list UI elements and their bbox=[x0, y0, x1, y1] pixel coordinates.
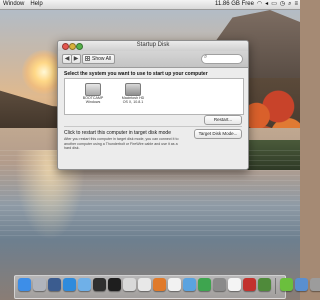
show-all-button[interactable]: Show All bbox=[82, 54, 116, 64]
target-mode-description: After you restart this computer in targe… bbox=[64, 137, 179, 151]
disk-list: BOOTCAMP Windows Macintosh HD OS X, 10.8… bbox=[64, 78, 244, 115]
disk-system: Windows bbox=[85, 100, 101, 105]
calendar-icon[interactable] bbox=[228, 278, 241, 291]
app-store-icon[interactable] bbox=[63, 278, 76, 291]
window-toolbar: ◀ ▶ Show All ⌕ bbox=[58, 51, 248, 68]
downloads-icon[interactable] bbox=[295, 278, 308, 291]
target-disk-mode-button[interactable]: Target Disk Mode... bbox=[194, 129, 242, 139]
system-preferences-icon[interactable] bbox=[213, 278, 226, 291]
menu-bar: Window Help 11.86 GB Free ◠ ◂ ▭ ◷ ⌕ ≡ bbox=[0, 0, 300, 10]
show-all-label: Show All bbox=[92, 56, 112, 62]
photo-booth-icon[interactable] bbox=[243, 278, 256, 291]
trash-icon[interactable] bbox=[310, 278, 320, 291]
preview-icon[interactable] bbox=[123, 278, 136, 291]
status-area: 11.86 GB Free ◠ ◂ ▭ ◷ ⌕ ≡ bbox=[212, 0, 300, 9]
disk-macintosh-hd[interactable]: Macintosh HD OS X, 10.8.1 bbox=[111, 83, 155, 104]
activity-monitor-icon[interactable] bbox=[93, 278, 106, 291]
hard-drive-icon bbox=[125, 83, 141, 96]
menu-item-help[interactable]: Help bbox=[27, 0, 45, 9]
search-input[interactable]: ⌕ bbox=[201, 54, 243, 64]
spotlight-icon[interactable]: ⌕ bbox=[288, 0, 291, 9]
notifications-icon[interactable]: ≡ bbox=[294, 0, 298, 9]
disk-system: OS X, 10.8.1 bbox=[122, 100, 144, 105]
window-title: Startup Disk bbox=[136, 42, 170, 48]
terminal-icon[interactable] bbox=[108, 278, 121, 291]
restart-button[interactable]: Restart... bbox=[204, 115, 242, 125]
dock-separator bbox=[275, 278, 276, 294]
grid-icon bbox=[85, 56, 90, 61]
itunes-icon[interactable] bbox=[78, 278, 91, 291]
dock-icons bbox=[18, 275, 320, 294]
chrome-icon[interactable] bbox=[138, 278, 151, 291]
menu-item-window[interactable]: Window bbox=[0, 0, 27, 9]
dictionary-icon[interactable] bbox=[258, 278, 271, 291]
startup-disk-window: Startup Disk ◀ ▶ Show All ⌕ Select the s… bbox=[57, 40, 249, 170]
forward-button[interactable]: ▶ bbox=[71, 54, 81, 64]
clock-icon[interactable]: ◷ bbox=[280, 0, 285, 9]
volume-icon[interactable]: ◂ bbox=[265, 0, 268, 9]
disk-bootcamp[interactable]: BOOTCAMP Windows bbox=[71, 83, 115, 104]
target-mode-label: Click to restart this computer in target… bbox=[64, 130, 171, 136]
battery-icon[interactable]: ▭ bbox=[271, 0, 277, 9]
search-icon: ⌕ bbox=[204, 54, 208, 60]
divider bbox=[64, 126, 242, 127]
disk-selection-heading: Select the system you want to use to sta… bbox=[64, 71, 208, 77]
messages-icon[interactable] bbox=[198, 278, 211, 291]
firefox-icon[interactable] bbox=[153, 278, 166, 291]
textedit-icon[interactable] bbox=[168, 278, 181, 291]
launchpad-icon[interactable] bbox=[33, 278, 46, 291]
wifi-icon[interactable]: ◠ bbox=[257, 0, 262, 9]
finder-icon[interactable] bbox=[18, 278, 31, 291]
safari-icon[interactable] bbox=[183, 278, 196, 291]
hard-drive-icon bbox=[85, 83, 101, 96]
mission-control-icon[interactable] bbox=[48, 278, 61, 291]
disk-free-status[interactable]: 11.86 GB Free bbox=[215, 0, 254, 9]
window-titlebar[interactable]: Startup Disk bbox=[58, 41, 248, 51]
spotify-icon[interactable] bbox=[280, 278, 293, 291]
